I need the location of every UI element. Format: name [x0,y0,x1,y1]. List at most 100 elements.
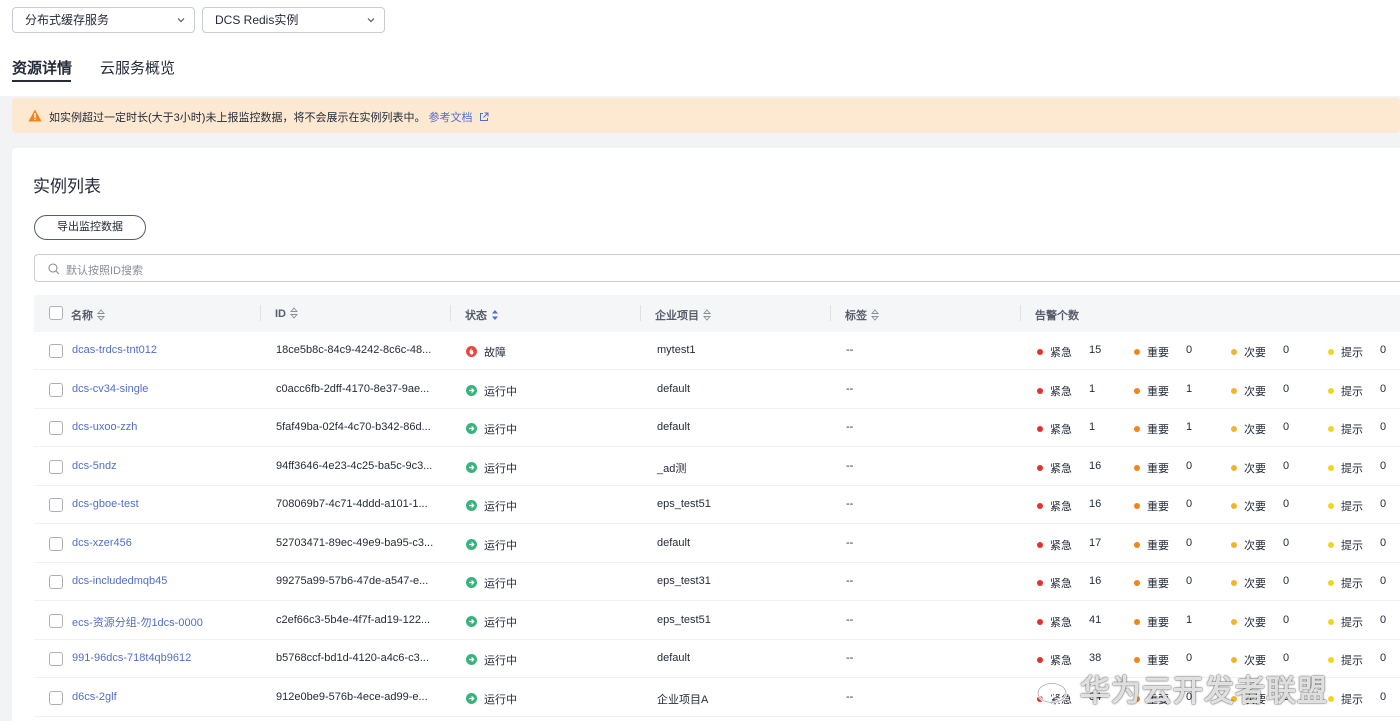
sort-icon[interactable] [290,307,298,319]
alarm-major: 重要 0 [1134,498,1192,514]
alarm-critical: 紧急 15 [1037,344,1101,360]
instance-name-link[interactable]: 991-96dcs-718t4qb9612 [72,652,191,664]
instance-tags: -- [846,613,854,626]
instance-tags: -- [846,575,854,587]
info-dot-icon [1328,580,1334,586]
instance-name-link[interactable]: dcas-trdcs-tnt012 [72,344,157,356]
running-status-icon [466,500,477,511]
alarm-major-label: 重要 [1147,578,1169,590]
info-dot-icon [1328,541,1334,548]
running-status-icon [466,538,477,550]
warning-icon [28,109,42,122]
instance-id: 912e0be9-576b-4ece-ad99-e... [276,690,428,703]
row-checkbox[interactable] [49,690,63,705]
row-checkbox[interactable] [49,382,63,397]
alarm-minor: 次要 0 [1231,460,1289,476]
enterprise-project: default [657,421,691,433]
row-checkbox[interactable] [49,575,63,589]
alarm-critical-label: 紧急 [1050,462,1072,475]
info-dot-icon [1328,657,1334,663]
sort-icon[interactable] [871,309,879,321]
instance-name-link[interactable]: dcs-uxoo-zzh [72,421,137,433]
row-checkbox[interactable] [49,536,63,551]
instance-name-link[interactable]: dcs-includedmqb45 [72,575,167,587]
table-row: dcs-includedmqb45 99275a99-57b6-47de-a547… [34,563,1400,601]
alarm-info-count: 0 [1380,344,1387,356]
alarm-info-count: 0 [1380,575,1387,587]
column-header-project-label: 企业项目 [655,310,699,322]
alarm-major-label: 重要 [1147,616,1169,629]
running-status-icon [466,384,477,396]
select-all-checkbox[interactable] [49,306,63,320]
sort-icon[interactable] [97,309,105,321]
running-status-icon [466,577,477,588]
alarm-minor-label: 次要 [1244,501,1266,513]
instance-name-link[interactable]: d6cs-2glf [72,691,117,703]
alarm-critical-label: 紧急 [1050,539,1072,552]
column-divider [640,305,641,321]
instance-status: 运行中 [466,575,517,591]
instance-name-link[interactable]: dcs-5ndz [72,460,117,472]
column-header-alarms: 告警个数 [1035,307,1079,323]
sort-icon[interactable] [703,309,711,321]
search-input[interactable]: 默认按照ID搜索 [34,254,1400,282]
row-checkbox[interactable] [49,652,63,666]
alarm-major-count: 0 [1186,498,1193,510]
column-header-project[interactable]: 企业项目 [655,307,711,323]
alarm-critical-label: 紧急 [1050,347,1072,359]
alarm-info: 提示 0 [1328,460,1386,476]
reference-doc-link[interactable]: 参考文档 [429,112,473,124]
table-header: 名称 ID 状态 企业项目 标签 告警个数 [34,295,1400,332]
alarm-minor: 次要 0 [1231,421,1289,437]
row-checkbox[interactable] [49,459,63,474]
external-link-icon[interactable] [479,112,489,122]
column-header-name[interactable]: 名称 [71,307,105,323]
alarm-info: 提示 0 [1328,537,1386,553]
resource-type-select[interactable]: DCS Redis实例 [202,7,385,33]
column-header-id[interactable]: ID [275,307,298,320]
row-checkbox[interactable] [49,613,63,628]
critical-dot-icon [1037,387,1043,394]
instance-status-text: 运行中 [484,616,517,629]
alarm-minor-count: 0 [1283,652,1290,664]
tab-resource-details[interactable]: 资源详情 [12,57,72,78]
tab-cloud-service-overview[interactable]: 云服务概览 [100,57,175,78]
instance-list-panel: 实例列表 导出监控数据 默认按照ID搜索 名称 ID 状态 企业项目 标签 告警… [12,148,1400,721]
enterprise-project: 企业项目A [657,693,709,706]
watermark: 华为云开发者联盟 [1036,666,1328,710]
instance-name-link[interactable]: dcs-gboe-test [72,498,139,510]
column-header-tags[interactable]: 标签 [845,307,879,323]
service-select[interactable]: 分布式缓存服务 [12,7,195,33]
column-header-status[interactable]: 状态 [465,307,499,323]
resource-type-select-value: DCS Redis实例 [215,13,299,27]
instance-id: b5768ccf-bd1d-4120-a4c6-c3... [276,652,429,664]
running-status-icon [466,423,477,434]
major-dot-icon [1134,464,1140,471]
enterprise-project: eps_test51 [657,613,711,626]
instance-status-text: 故障 [484,347,506,359]
instance-tags: -- [846,459,854,472]
column-header-alarms-label: 告警个数 [1035,310,1079,322]
alarm-info-count: 0 [1380,382,1387,395]
instance-status: 故障 [466,344,506,360]
instance-name-link[interactable]: dcs-cv34-single [72,383,148,395]
alarm-major-label: 重要 [1147,501,1169,513]
critical-dot-icon [1037,657,1043,663]
info-dot-icon [1328,503,1334,509]
row-checkbox[interactable] [49,498,63,512]
row-checkbox[interactable] [49,344,63,358]
minor-dot-icon [1231,580,1237,586]
table-row: dcs-uxoo-zzh 5faf49ba-02f4-4c70-b342-86d.… [34,409,1400,447]
column-header-status-label: 状态 [465,310,487,322]
instance-id: 94ff3646-4e23-4c25-ba5c-9c3... [276,459,433,472]
sort-icon[interactable] [491,309,499,321]
alarm-minor-label: 次要 [1244,424,1266,436]
active-tab-indicator [12,80,71,82]
instance-name-link[interactable]: dcs-xzer456 [72,537,132,549]
minor-dot-icon [1231,387,1237,394]
export-monitoring-data-button[interactable]: 导出监控数据 [34,215,146,240]
instance-status-text: 运行中 [484,424,517,436]
instance-name-link[interactable]: ecs-资源分组-勿1dcs-0000 [72,614,203,630]
alarm-minor-label: 次要 [1244,578,1266,590]
row-checkbox[interactable] [49,421,63,435]
